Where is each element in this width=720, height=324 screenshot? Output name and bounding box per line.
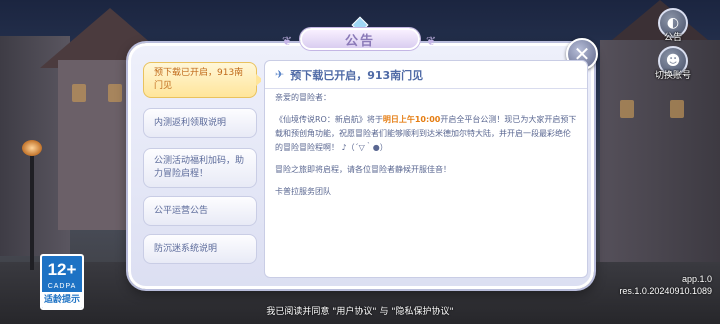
announcement-content[interactable]: ✈ 预下载已开启，913南门见 亲爱的冒险者： 《仙境传说RO：新启航》将于明日…	[264, 60, 588, 278]
app-version: app.1.0	[681, 274, 712, 284]
switch-account-label: 切换账号	[654, 71, 691, 81]
announcement-tab-list: 预下载已开启，913南门见 内测返利领取说明 公测活动福利加码，助力冒险启程！ …	[143, 60, 261, 282]
left-wing-icon: ❦	[282, 34, 293, 48]
tab-public-test-bonus[interactable]: 公测活动福利加码，助力冒险启程！	[143, 148, 257, 188]
window	[72, 84, 86, 102]
content-heading: 预下载已开启，913南门见	[290, 68, 424, 82]
tab-label: 公平运营公告	[154, 205, 209, 216]
tab-anti-addiction[interactable]: 防沉迷系统说明	[143, 234, 257, 264]
agreement-line: 我已阅读并同意 "用户协议" 与 "隐私保护协议"	[0, 304, 720, 317]
street-lamp	[30, 150, 34, 270]
agreement-and: 与	[379, 307, 389, 317]
rating-org: CADPA	[42, 282, 82, 292]
content-heading-bar: ✈ 预下载已开启，913南门见	[265, 61, 587, 89]
age-rating-badge[interactable]: 12+ CADPA 适龄提示	[40, 254, 84, 310]
launch-time-highlight: 明日上午10:00	[382, 115, 441, 124]
tab-pre-download[interactable]: 预下载已开启，913南门见	[143, 62, 261, 98]
tab-fair-operation[interactable]: 公平运营公告	[143, 196, 257, 226]
paragraph-2: 冒险之旅即将启程，请各位冒险者静候开服佳音！	[275, 165, 451, 174]
window	[620, 100, 634, 118]
tab-label: 内测返利领取说明	[154, 117, 227, 128]
window	[670, 100, 684, 118]
agreement-prefix: 我已阅读并同意	[266, 307, 330, 317]
age-rating-value: 12+	[47, 260, 77, 279]
plane-icon: ✈	[275, 68, 285, 81]
content-body: 亲爱的冒险者： 《仙境传说RO：新启航》将于明日上午10:00开启全平台公测！现…	[275, 91, 577, 207]
megaphone-icon: ◐	[666, 15, 680, 31]
paragraph-1-start: 《仙境传说RO：新启航》将于	[275, 115, 383, 124]
lamp-glow	[22, 140, 42, 156]
window	[108, 84, 122, 102]
privacy-agreement-link[interactable]: "隐私保护协议"	[391, 307, 453, 317]
greeting: 亲爱的冒险者：	[275, 93, 331, 102]
tab-label: 公测活动福利加码，助力冒险启程！	[154, 156, 245, 179]
tab-label: 防沉迷系统说明	[154, 243, 218, 254]
signature: 卡普拉服务团队	[275, 187, 331, 196]
dialog-title: 公告	[344, 34, 375, 49]
account-icon: ☻	[665, 53, 681, 69]
user-agreement-link[interactable]: "用户协议"	[332, 307, 376, 317]
announcement-label: 公告	[663, 33, 682, 43]
res-version: res.1.0.20240910.1089	[619, 286, 712, 296]
tab-beta-rebate[interactable]: 内测返利领取说明	[143, 108, 257, 138]
paragraph-1: 《仙境传说RO：新启航》将于明日上午10:00开启全平台公测！现已为大家开启预下…	[275, 113, 577, 155]
tab-label: 预下载已开启，913南门见	[154, 68, 244, 91]
right-wing-icon: ❦	[426, 34, 437, 48]
